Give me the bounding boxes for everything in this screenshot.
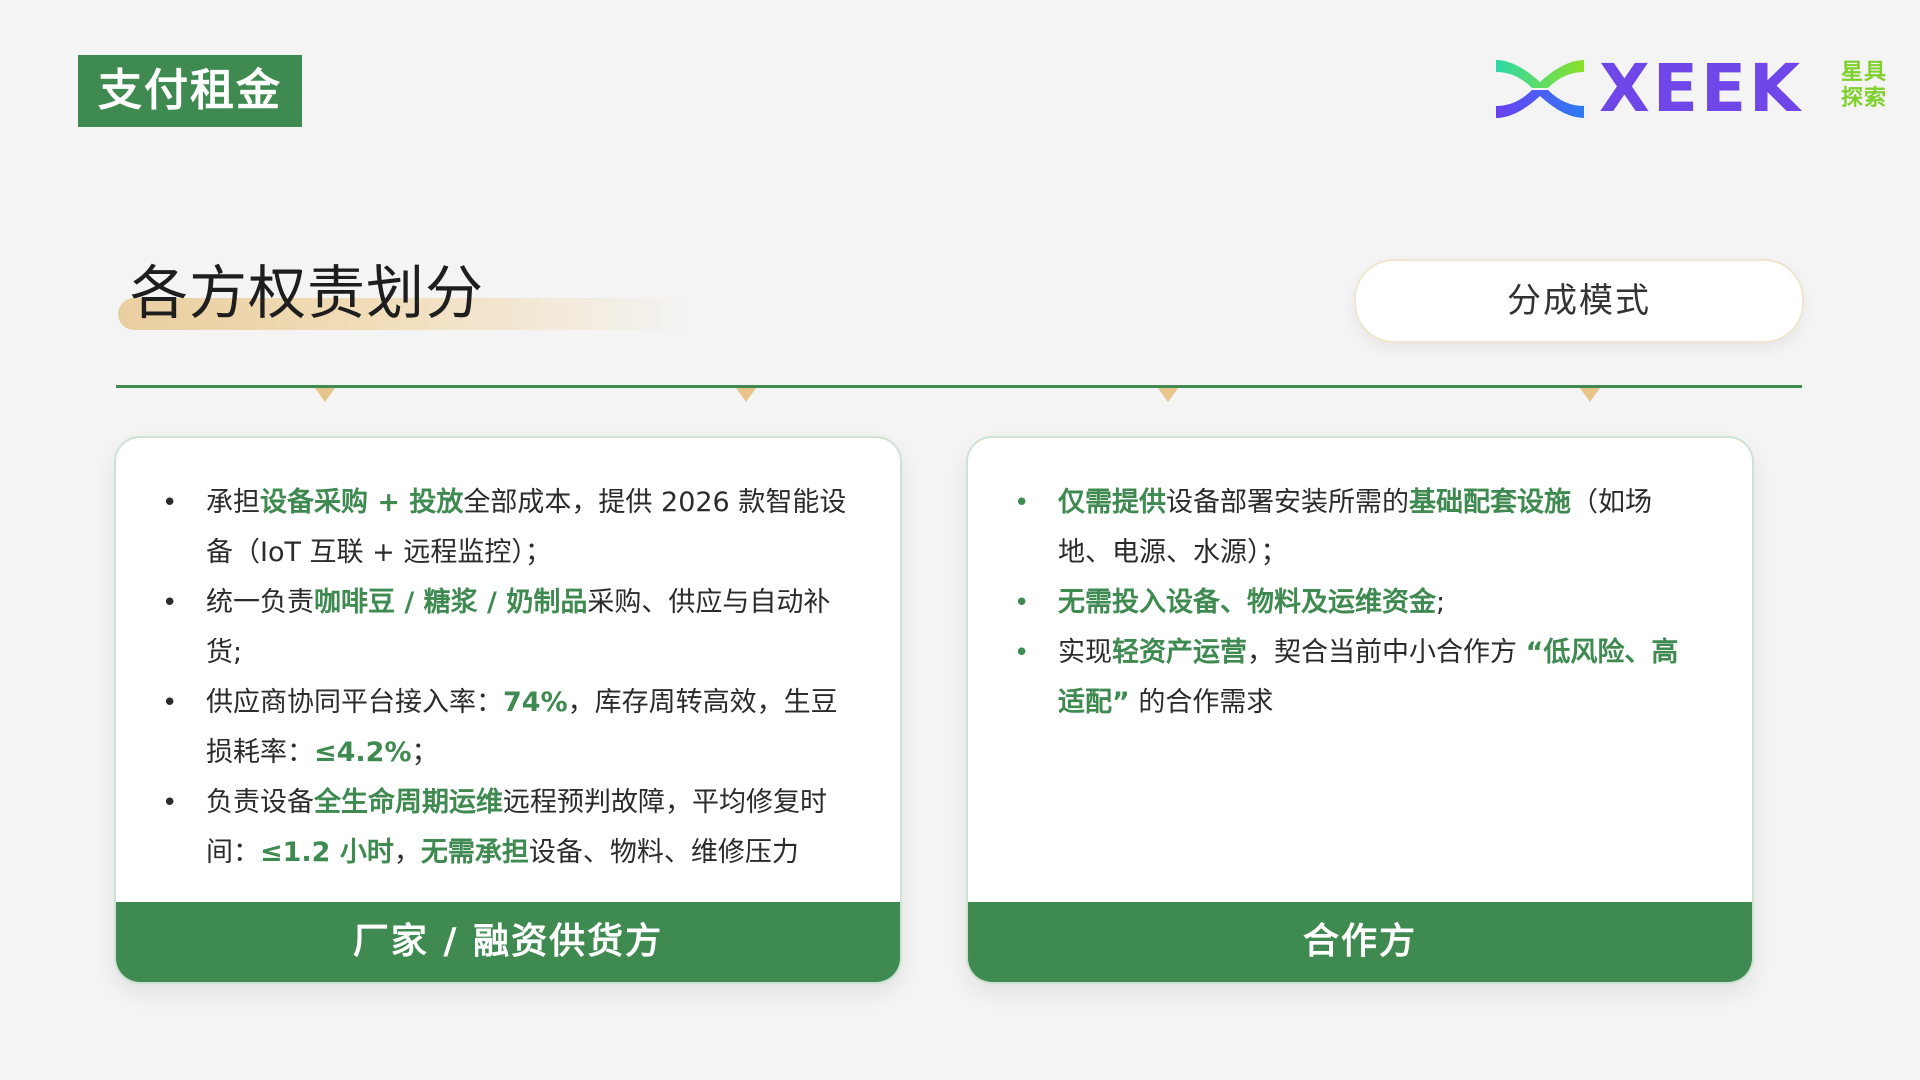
- body-text: 统一负责: [206, 587, 314, 618]
- body-text: ;: [1436, 587, 1446, 618]
- bullet-icon: •: [162, 788, 178, 818]
- highlight-text: 轻资产运营: [1112, 637, 1247, 668]
- bullet-icon: •: [162, 488, 178, 518]
- highlight-text: ≤1.2 小时: [260, 837, 394, 868]
- manufacturer-responsibility-list: • 承担设备采购 + 投放全部成本，提供 2026 款智能设备（IoT 互联 + …: [158, 478, 852, 878]
- list-item: • 仅需提供设备部署安装所需的基础配套设施（如场地、电源、水源）；: [1010, 478, 1704, 578]
- highlight-text: 基础配套设施: [1409, 487, 1571, 518]
- highlight-text: 咖啡豆 / 糖浆 / 奶制品: [314, 587, 588, 618]
- body-text: 设备、物料、维修压力: [528, 837, 799, 868]
- section-tag: 支付租金: [78, 55, 302, 127]
- highlight-text: 设备采购 + 投放: [260, 487, 464, 518]
- timeline-marker-icon: [736, 388, 756, 402]
- bullet-icon: •: [1014, 488, 1030, 518]
- list-item: • 负责设备全生命周期运维远程预判故障，平均修复时间：≤1.2 小时，无需承担设备…: [158, 778, 852, 878]
- bullet-icon: •: [162, 588, 178, 618]
- body-text: 供应商协同平台接入率：: [206, 687, 503, 718]
- list-item: • 无需投入设备、物料及运维资金;: [1010, 578, 1704, 628]
- partner-card: • 仅需提供设备部署安装所需的基础配套设施（如场地、电源、水源）； • 无需投入设备、…: [966, 436, 1754, 984]
- logo-chinese-name: 星具探索: [1841, 60, 1888, 111]
- bullet-icon: •: [1014, 588, 1030, 618]
- highlight-text: 74%: [503, 687, 568, 718]
- body-text: 承担: [206, 487, 260, 518]
- list-item: • 实现轻资产运营，契合当前中小合作方 “低风险、高适配” 的合作需求: [1010, 628, 1704, 728]
- slide: 支付租金 XEEK 星具探索 各方权责划分 分成模式 • 承担设备采购 + 投放…: [0, 0, 1920, 1080]
- body-text: ；: [411, 737, 439, 768]
- partner-card-footer: 合作方: [968, 902, 1752, 982]
- highlight-text: 无需承担: [420, 837, 529, 868]
- body-text: 实现: [1058, 637, 1112, 668]
- partner-responsibility-list: • 仅需提供设备部署安装所需的基础配套设施（如场地、电源、水源）； • 无需投入设备、…: [1010, 478, 1704, 728]
- timeline-marker-icon: [1158, 388, 1178, 402]
- list-item: • 承担设备采购 + 投放全部成本，提供 2026 款智能设备（IoT 互联 + …: [158, 478, 852, 578]
- highlight-text: 无需投入设备、物料及运维资金: [1058, 587, 1436, 618]
- highlight-text: 全生命周期运维: [314, 787, 503, 818]
- timeline-marker-icon: [1580, 388, 1600, 402]
- bullet-icon: •: [1014, 638, 1030, 668]
- page-title: 各方权责划分: [130, 259, 485, 327]
- manufacturer-card: • 承担设备采购 + 投放全部成本，提供 2026 款智能设备（IoT 互联 + …: [114, 436, 902, 984]
- highlight-text: 仅需提供: [1058, 487, 1166, 518]
- xeek-mark-icon: [1496, 60, 1584, 118]
- bullet-icon: •: [162, 688, 178, 718]
- logo-wordmark: XEEK: [1599, 50, 1804, 127]
- body-text: 的合作需求: [1129, 687, 1274, 718]
- list-item: • 统一负责咖啡豆 / 糖浆 / 奶制品采购、供应与自动补货;: [158, 578, 852, 678]
- body-text: 设备部署安装所需的: [1166, 487, 1409, 518]
- mode-pill: 分成模式: [1354, 259, 1804, 343]
- highlight-text: ≤4.2%: [314, 737, 412, 768]
- list-item: • 供应商协同平台接入率：74%，库存周转高效，生豆损耗率：≤4.2%；: [158, 678, 852, 778]
- body-text: 负责设备: [206, 787, 314, 818]
- body-text: ，: [393, 837, 421, 868]
- timeline-divider: [116, 385, 1802, 388]
- body-text: ，契合当前中小合作方: [1247, 637, 1526, 668]
- manufacturer-card-footer: 厂家 / 融资供货方: [116, 902, 900, 982]
- xeek-logo: XEEK 星具探索: [1492, 54, 1892, 124]
- timeline-marker-icon: [315, 388, 335, 402]
